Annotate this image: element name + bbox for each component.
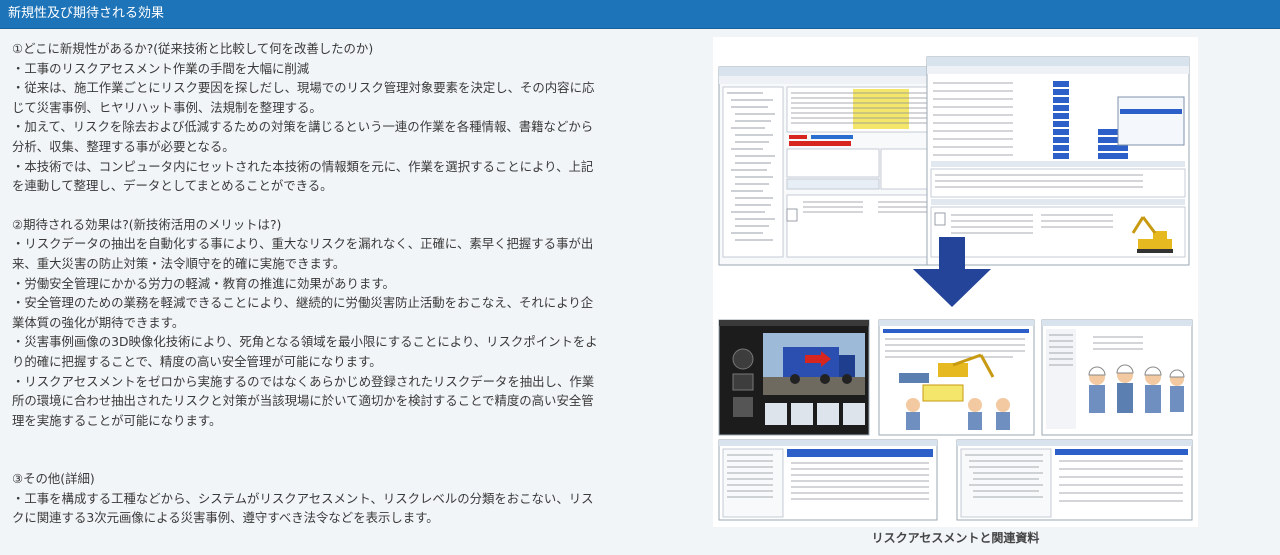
effects-line: 理を実施することが可能になります。 [12, 412, 222, 428]
novelty-line: ・従来は、施工作業ごとにリスク要因を探しだし、現場でのリスク管理対象要素を決定し… [12, 80, 595, 96]
screenshot-law-table-1 [718, 439, 938, 521]
effects-line: 来、重大災害の防止対策・法令順守を的確に実施できます。 [12, 255, 346, 271]
effects-line: ・災害事例画像の3D映像化技術により、死角となる領域を最小限にすることにより、リ… [12, 334, 598, 350]
novelty-line: を連動して整理し、データとしてまとめることができる。 [12, 178, 333, 194]
effects-line: 所の環境に合わせ抽出されたリスクと対策が当該現場に於いて適切かを検討することで精… [12, 393, 594, 409]
effects-line: ・リスクデータの抽出を自動化する事により、重大なリスクを漏れなく、正確に、素早く… [12, 236, 594, 252]
effects-heading: ②期待される効果は?(新技術活用のメリットは?) [12, 216, 282, 232]
effects-line: り的確に把握することで、精度の高い安全管理が可能になります。 [12, 353, 382, 369]
figure-caption: リスクアセスメントと関連資料 [871, 531, 1040, 545]
screenshot-safety-meeting [1041, 319, 1193, 436]
novelty-line: 分析、収集、整理する事が必要となる。 [12, 138, 235, 154]
figure-illustration [713, 37, 1198, 527]
effects-line: ・リスクアセスメントをゼロから実施するのではなくあらかじめ登録されたリスクデータ… [12, 373, 595, 389]
effects-line: 業体質の強化が期待できます。 [12, 314, 185, 330]
effects-line: ・労働安全管理にかかる労力の軽減・教育の推進に効果があります。 [12, 275, 395, 291]
content-area: ①どこに新規性があるか?(従来技術と比較して何を改善したのか) ・工事のリスクア… [0, 29, 1280, 555]
other-line: ・工事を構成する工種などから、システムがリスクアセスメント、リスクレベルの分類を… [12, 490, 594, 506]
other-line: クに関連する3次元画像による災害事例、遵守すべき法令などを表示します。 [12, 510, 439, 526]
novelty-line: ・加えて、リスクを除去および低減するための対策を講じるという一連の作業を各種情報… [12, 119, 594, 135]
novelty-heading: ①どこに新規性があるか?(従来技術と比較して何を改善したのか) [12, 41, 374, 56]
screenshot-3d-viewer [718, 319, 870, 436]
novelty-line: ・工事のリスクアセスメント作業の手間を大幅に削減 [12, 60, 310, 76]
other-heading: ③その他(詳細) [12, 471, 95, 487]
screenshot-risk-detail [926, 56, 1190, 266]
screenshot-accident-case [878, 319, 1035, 436]
figure-collage [713, 37, 1198, 547]
effects-line: ・安全管理のための業務を軽減できることにより、継続的に労働災害防止活動をおこなえ… [12, 295, 594, 311]
novelty-line: じて災害事例、ヒヤリハット事例、法規制を整理する。 [12, 99, 322, 115]
section-header: 新規性及び期待される効果 [0, 0, 1280, 29]
novelty-line: ・本技術では、コンピュータ内にセットされた本技術の情報類を元に、作業を選択するこ… [12, 158, 594, 174]
description-text: ①どこに新規性があるか?(従来技術と比較して何を改善したのか) ・工事のリスクア… [12, 39, 632, 528]
section-title: 新規性及び期待される効果 [8, 6, 165, 21]
screenshot-law-table-2 [956, 439, 1193, 521]
